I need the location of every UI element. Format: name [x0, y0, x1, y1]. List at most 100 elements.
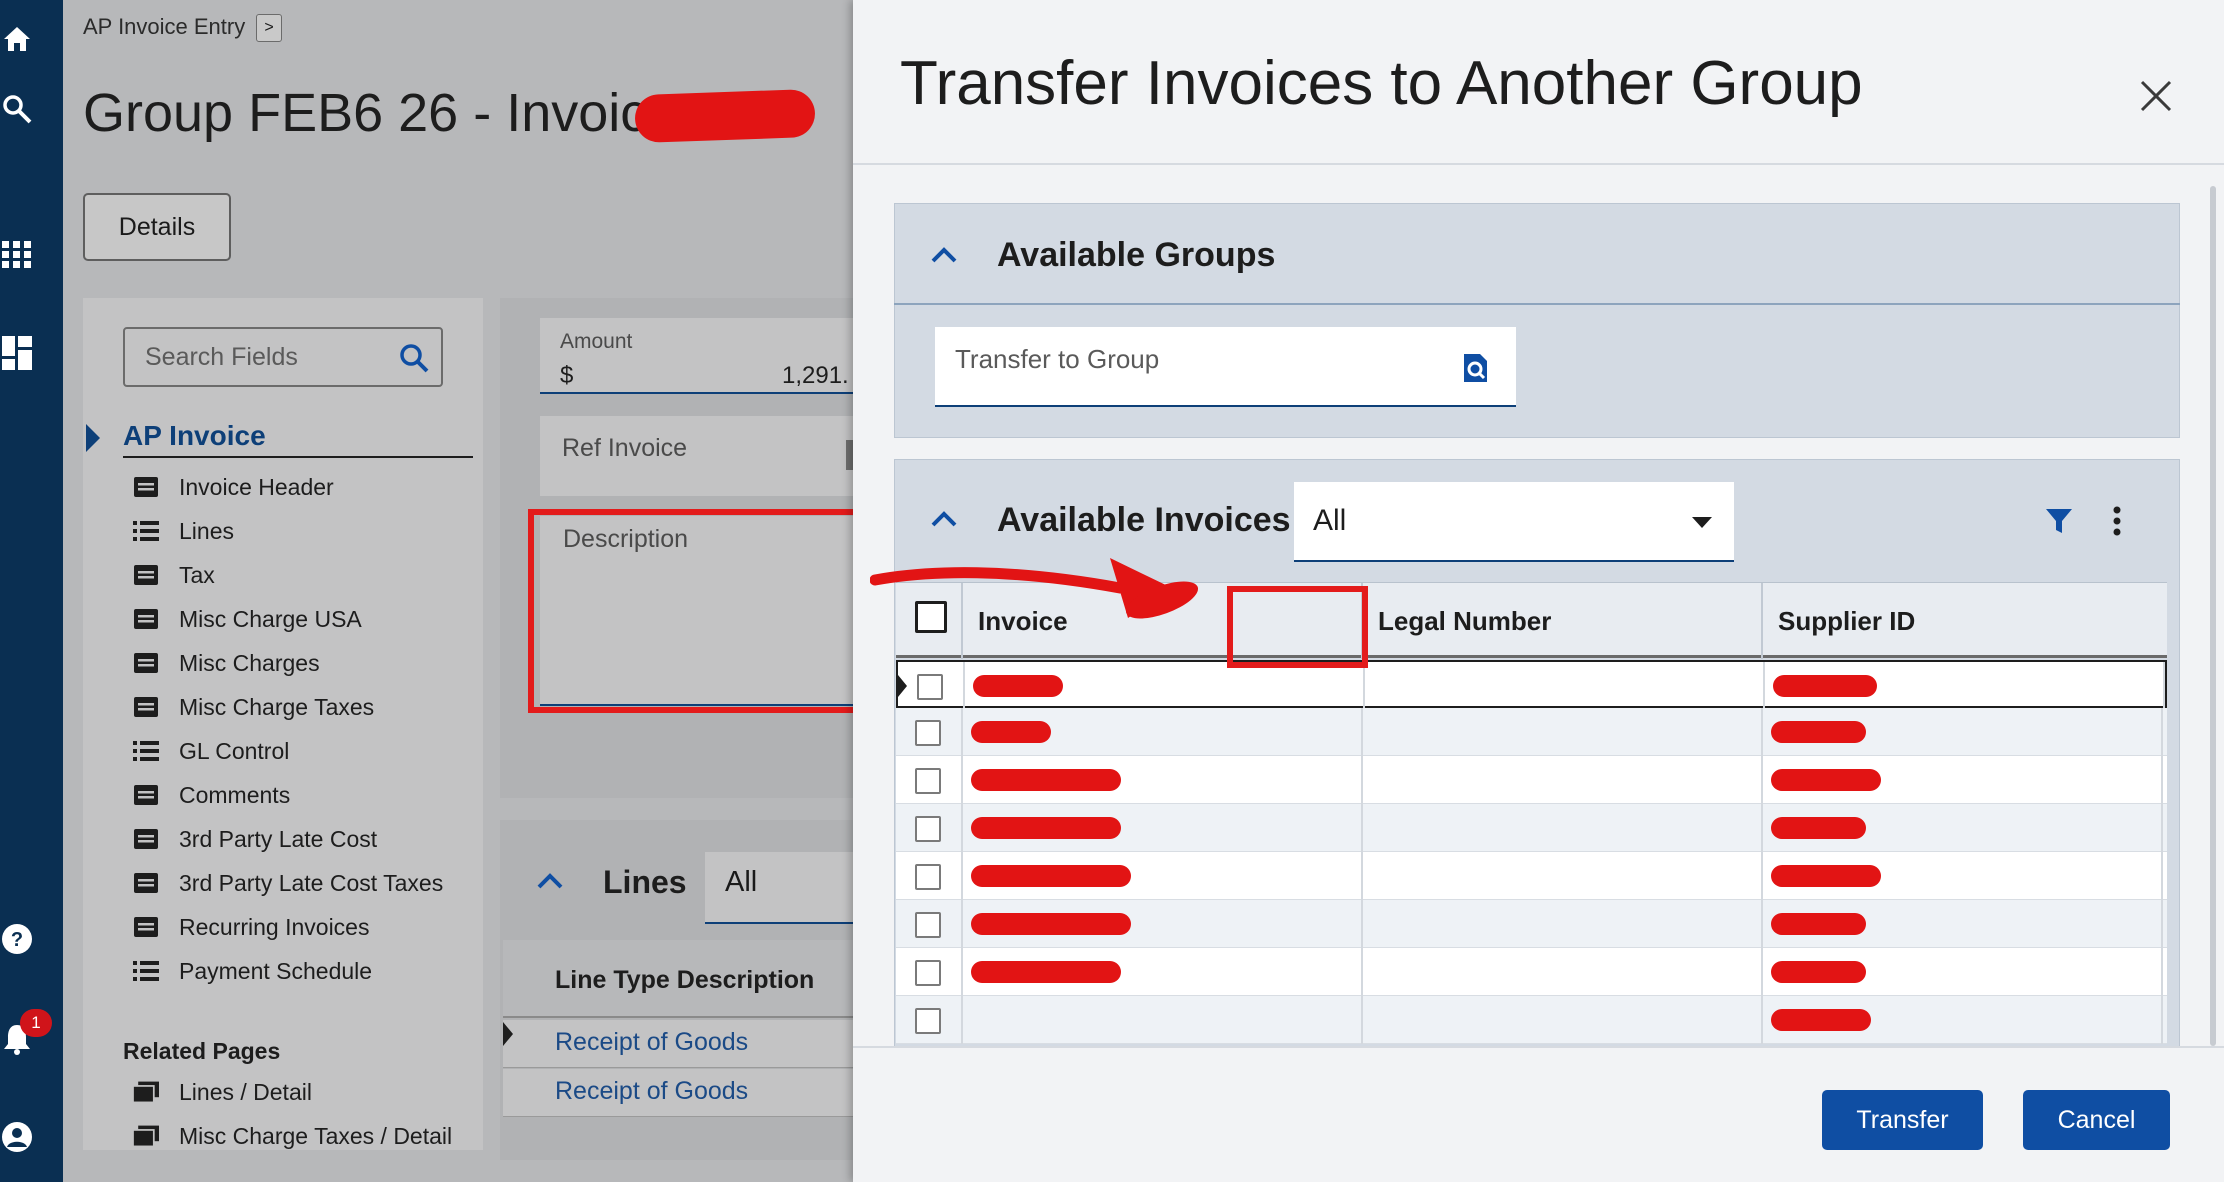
apps-grid-icon[interactable] — [0, 237, 34, 271]
nav-item-gl-control[interactable]: GL Control — [133, 736, 289, 766]
table-row[interactable] — [896, 852, 2167, 900]
more-options-icon[interactable] — [2105, 504, 2129, 538]
legal-number-cell — [1363, 996, 1763, 1044]
nav-item-misc-charge-usa[interactable]: Misc Charge USA — [133, 604, 362, 634]
nav-item-label: 3rd Party Late Cost Taxes — [179, 869, 444, 896]
table-row[interactable] — [896, 660, 2167, 710]
table-row[interactable] — [896, 948, 2167, 996]
table-row[interactable] — [896, 996, 2167, 1044]
lines-row-1-type[interactable]: Receipt of Goods — [555, 1028, 748, 1057]
annotation-box-description — [528, 509, 876, 713]
nav-item-recurring-invoices[interactable]: Recurring Invoices — [133, 912, 369, 942]
amount-label: Amount — [560, 330, 633, 353]
legal-number-cell — [1363, 900, 1763, 948]
card-icon — [133, 872, 159, 894]
row-checkbox[interactable] — [915, 1008, 941, 1034]
table-row[interactable] — [896, 756, 2167, 804]
row-checkbox[interactable] — [915, 768, 941, 794]
column-line-type-description[interactable]: Line Type Description — [555, 966, 814, 995]
table-row[interactable] — [896, 804, 2167, 852]
breadcrumb-chevron-button[interactable]: > — [256, 14, 282, 42]
annotation-arrow — [870, 558, 1199, 619]
nav-item-label: Recurring Invoices — [179, 913, 370, 940]
nav-item-lines[interactable]: Lines — [133, 516, 234, 546]
current-row-indicator — [898, 675, 907, 697]
nav-item-payment-schedule[interactable]: Payment Schedule — [133, 956, 372, 986]
row-checkbox[interactable] — [917, 674, 943, 700]
notification-badge: 1 — [20, 1009, 52, 1037]
nav-section-ap-invoice[interactable]: AP Invoice — [123, 420, 266, 452]
redaction-scribble — [1773, 675, 1877, 697]
ref-invoice-handle — [846, 440, 853, 470]
caret-down-icon[interactable] — [1692, 517, 1712, 528]
legal-number-cell — [1363, 852, 1763, 900]
column-legal-number[interactable]: Legal Number — [1363, 583, 1763, 659]
row-select-cell — [896, 900, 963, 948]
breadcrumb[interactable]: AP Invoice Entry — [83, 14, 245, 40]
nav-item-label: Misc Charges — [179, 649, 320, 676]
home-icon[interactable] — [0, 22, 34, 56]
row-select-cell — [896, 852, 963, 900]
help-icon[interactable]: ? — [0, 922, 34, 956]
table-row[interactable] — [896, 900, 2167, 948]
table-row[interactable] — [896, 708, 2167, 756]
search-icon[interactable] — [0, 92, 34, 126]
redaction-scribble — [971, 865, 1131, 887]
search-fields-input[interactable]: Search Fields — [123, 327, 443, 387]
list-icon — [133, 520, 159, 542]
row-checkbox[interactable] — [915, 816, 941, 842]
nav-item-3rd-party-late-cost[interactable]: 3rd Party Late Cost — [133, 824, 377, 854]
row-checkbox[interactable] — [915, 912, 941, 938]
filter-icon[interactable] — [2044, 506, 2074, 536]
nav-item-label: Invoice Header — [179, 473, 334, 500]
cancel-button[interactable]: Cancel — [2023, 1090, 2170, 1150]
nav-item-misc-charges[interactable]: Misc Charges — [133, 648, 320, 678]
invoice-cell — [963, 756, 1363, 804]
close-icon[interactable] — [2136, 76, 2176, 116]
transfer-button[interactable]: Transfer — [1822, 1090, 1983, 1150]
supplier-id-cell — [1763, 804, 2163, 852]
nav-item-tax[interactable]: Tax — [133, 560, 215, 590]
nav-item-misc-charge-taxes[interactable]: Misc Charge Taxes — [133, 692, 374, 722]
card-icon — [133, 476, 159, 498]
redaction-scribble — [971, 961, 1121, 983]
amount-currency: $ — [560, 362, 574, 389]
row-checkbox[interactable] — [915, 720, 941, 746]
invoice-cell — [965, 662, 1365, 710]
chevron-up-icon[interactable] — [536, 872, 564, 895]
details-button[interactable]: Details — [83, 193, 231, 261]
nav-item-3rd-party-late-cost-taxes[interactable]: 3rd Party Late Cost Taxes — [133, 868, 443, 898]
lookup-search-icon[interactable] — [1460, 352, 1490, 384]
related-page-lines-detail[interactable]: Lines / Detail — [133, 1077, 312, 1107]
legal-number-cell — [1365, 662, 1765, 710]
row-checkbox[interactable] — [915, 960, 941, 986]
divider — [123, 456, 473, 458]
invoices-filter-select[interactable] — [1294, 482, 1734, 562]
dialog-title: Transfer Invoices to Another Group — [900, 49, 1863, 118]
redaction-scribble — [1771, 913, 1866, 935]
dashboard-icon[interactable] — [0, 336, 34, 370]
nav-item-label: Misc Charge USA — [179, 605, 362, 632]
supplier-id-cell — [1765, 662, 2165, 710]
dialog-scrollbar[interactable] — [2210, 186, 2216, 1046]
expand-triangle-icon[interactable] — [86, 424, 100, 452]
invoice-cell — [963, 852, 1363, 900]
card-icon — [133, 828, 159, 850]
column-supplier-id[interactable]: Supplier ID — [1763, 583, 2163, 659]
current-row-indicator — [503, 1022, 513, 1046]
search-icon[interactable] — [399, 343, 429, 380]
nav-item-invoice-header[interactable]: Invoice Header — [133, 472, 334, 502]
divider — [894, 303, 2180, 305]
lines-row-2-type[interactable]: Receipt of Goods — [555, 1077, 748, 1106]
nav-item-label: 3rd Party Late Cost — [179, 825, 378, 852]
related-page-misc-charge-taxes-detail[interactable]: Misc Charge Taxes / Detail — [133, 1121, 452, 1151]
redaction-scribble — [1771, 865, 1881, 887]
chevron-up-icon[interactable] — [930, 510, 958, 533]
row-checkbox[interactable] — [915, 864, 941, 890]
chevron-up-icon[interactable] — [930, 246, 958, 269]
transfer-to-group-placeholder: Transfer to Group — [955, 344, 1160, 374]
user-icon[interactable] — [0, 1120, 34, 1154]
supplier-id-cell — [1763, 996, 2163, 1044]
lines-filter-select[interactable]: All — [705, 852, 853, 924]
nav-item-comments[interactable]: Comments — [133, 780, 290, 810]
